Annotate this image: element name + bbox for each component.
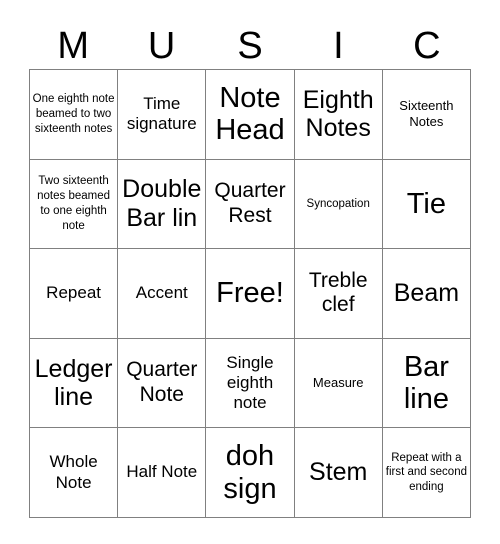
bingo-card: M U S I C One eighth note beamed to two … <box>0 0 500 544</box>
bingo-cell-label: doh sign <box>223 440 277 505</box>
bingo-header: M U S I C <box>29 22 471 69</box>
bingo-cell-label: Half Note <box>126 462 198 482</box>
bingo-cell[interactable]: Eighth Notes <box>294 70 383 160</box>
bingo-cell[interactable]: Quarter Rest <box>206 159 295 250</box>
bingo-cell-label: Beam <box>393 279 460 308</box>
bingo-cell-label: Time signature <box>126 93 197 134</box>
bingo-cell[interactable]: Whole Note <box>30 428 119 518</box>
bingo-cell-label: Syncopation <box>306 197 370 210</box>
bingo-cell[interactable]: Syncopation <box>294 159 383 250</box>
bingo-cell[interactable]: Accent <box>118 249 207 339</box>
bingo-cell[interactable]: Measure <box>294 338 383 429</box>
bingo-cell-label: Repeat <box>46 283 101 303</box>
bingo-cell-label: Single eighth note <box>226 352 274 413</box>
bingo-cell[interactable]: Single eighth note <box>206 338 295 429</box>
bingo-cell-label: Whole Note <box>49 452 98 492</box>
bingo-cell[interactable]: Beam <box>382 249 471 339</box>
bingo-cell[interactable]: Bar line <box>382 338 471 429</box>
bingo-cell[interactable]: Quarter Note <box>118 338 207 429</box>
bingo-cell-label: Eighth Notes <box>302 85 374 143</box>
bingo-cell-label: Sixteenth Notes <box>399 98 454 130</box>
bingo-cell[interactable]: Treble clef <box>294 249 383 339</box>
bingo-cell-label: Measure <box>312 374 364 390</box>
bingo-cell[interactable]: Sixteenth Notes <box>382 70 471 160</box>
bingo-cell-label: One eighth note beamed to two sixteenth … <box>32 93 115 135</box>
bingo-cell-label: Repeat with a first and second ending <box>385 451 467 494</box>
bingo-cell[interactable]: Two sixteenth notes beamed to one eighth… <box>30 159 119 250</box>
bingo-cell-label: Quarter Rest <box>214 179 286 227</box>
bingo-cell-free[interactable]: Free! <box>206 249 295 339</box>
bingo-cell-label: Ledger line <box>34 354 113 412</box>
bingo-cell-label: Free! <box>216 277 284 310</box>
bingo-cell[interactable]: Ledger line <box>30 338 119 429</box>
bingo-cell[interactable]: Repeat with a first and second ending <box>382 428 471 518</box>
bingo-cell-label: Accent <box>135 283 188 303</box>
bingo-cell[interactable]: Repeat <box>30 249 119 339</box>
bingo-cell[interactable]: Stem <box>294 428 383 518</box>
bingo-cell-label: Tie <box>406 187 446 220</box>
bingo-cell[interactable]: Note Head <box>206 70 295 160</box>
header-letter-3: S <box>237 24 263 67</box>
bingo-cell[interactable]: Double Bar lin <box>118 159 207 250</box>
bingo-cell-label: Stem <box>309 458 368 487</box>
header-letter-1: M <box>57 24 90 67</box>
header-letter-5: C <box>413 24 441 67</box>
bingo-cell[interactable]: Time signature <box>118 70 207 160</box>
bingo-cell-label: Treble clef <box>308 268 368 317</box>
header-letter-4: I <box>333 24 344 67</box>
header-letter-2: U <box>147 24 176 67</box>
bingo-cell[interactable]: doh sign <box>206 428 295 518</box>
bingo-cell-label: Double Bar lin <box>122 175 202 232</box>
bingo-cell-label: Quarter Note <box>126 358 198 407</box>
bingo-cell-label: Bar line <box>403 350 449 416</box>
bingo-cell[interactable]: Half Note <box>118 428 207 518</box>
bingo-cell[interactable]: Tie <box>382 159 471 250</box>
bingo-grid: One eighth note beamed to two sixteenth … <box>29 69 471 518</box>
bingo-cell-label: Two sixteenth notes beamed to one eighth… <box>37 175 111 232</box>
bingo-cell[interactable]: One eighth note beamed to two sixteenth … <box>30 70 119 160</box>
bingo-cell-label: Note Head <box>215 81 285 147</box>
